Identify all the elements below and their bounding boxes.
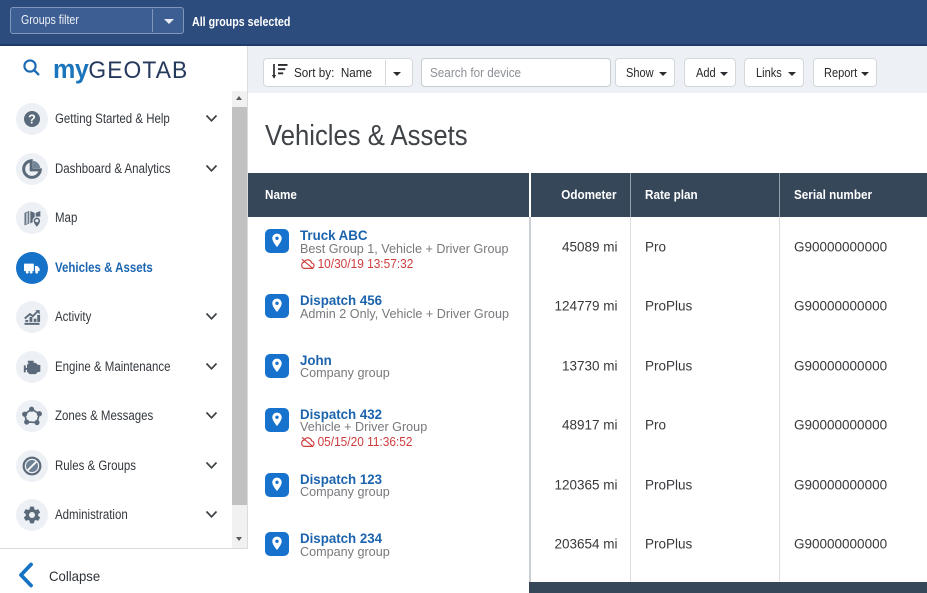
svg-text:?: ? xyxy=(28,112,36,126)
